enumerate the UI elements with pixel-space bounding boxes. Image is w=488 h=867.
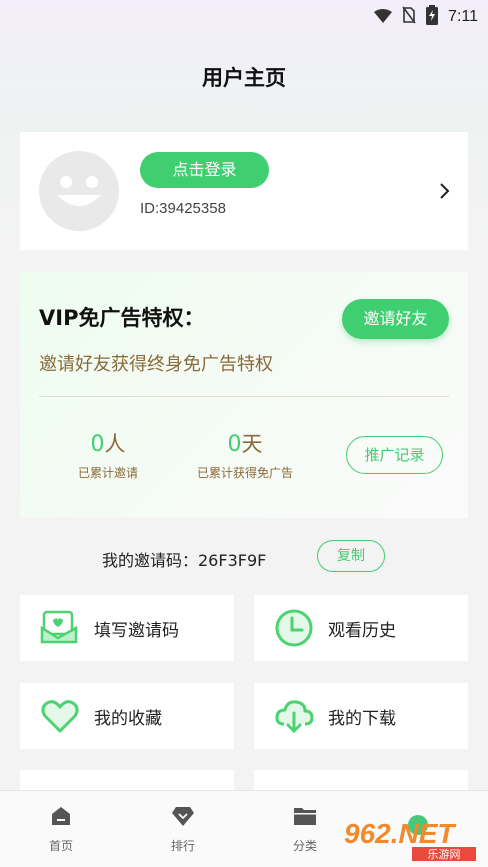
diamond-icon bbox=[171, 807, 195, 831]
invite-friends-button[interactable]: 邀请好友 bbox=[342, 299, 449, 339]
no-sim-icon bbox=[402, 6, 416, 28]
battery-charging-icon bbox=[426, 5, 439, 29]
folder-icon bbox=[293, 808, 317, 831]
stat-number: 0 bbox=[227, 432, 242, 457]
stat-label: 已累计邀请 bbox=[77, 466, 138, 480]
watermark-subtext: 乐游网 bbox=[428, 848, 461, 861]
stat-label: 已累计获得免广告 bbox=[196, 466, 293, 480]
clock-icon bbox=[274, 608, 314, 648]
vip-title: VIP免广告特权： bbox=[39, 306, 205, 330]
stat-value: 0人 bbox=[58, 428, 158, 458]
tile-label: 我的收藏 bbox=[94, 709, 162, 729]
nav-label: 分类 bbox=[292, 839, 317, 853]
chevron-right-icon[interactable] bbox=[438, 182, 450, 204]
stat-number: 0 bbox=[90, 432, 105, 457]
stat-unit: 天 bbox=[241, 432, 263, 456]
tile-label: 填写邀请码 bbox=[94, 621, 179, 641]
nav-item-category[interactable]: 分类 bbox=[265, 805, 345, 854]
stat-invited: 0人 已累计邀请 bbox=[58, 428, 158, 481]
watermark-text: 962.NET bbox=[344, 818, 457, 849]
stat-unit: 人 bbox=[104, 432, 126, 456]
nav-item-ranking[interactable]: 排行 bbox=[143, 805, 223, 854]
smiley-avatar-icon bbox=[57, 176, 101, 206]
copy-button[interactable]: 复制 bbox=[317, 540, 385, 572]
tile-partial[interactable] bbox=[20, 770, 234, 790]
bottom-nav: 首页 排行 分类 962.NET 乐游网 bbox=[0, 790, 488, 867]
vip-subtitle: 邀请好友获得终身免广告特权 bbox=[39, 354, 273, 375]
invite-code-text: 我的邀请码：26F3F9F bbox=[102, 551, 267, 570]
avatar[interactable] bbox=[39, 151, 119, 231]
wifi-icon bbox=[374, 8, 393, 27]
envelope-heart-icon bbox=[40, 608, 80, 648]
nav-label: 首页 bbox=[48, 839, 73, 853]
divider bbox=[39, 396, 449, 397]
promotion-record-button[interactable]: 推广记录 bbox=[346, 436, 443, 474]
home-icon bbox=[50, 807, 72, 831]
nav-item-home[interactable]: 首页 bbox=[21, 805, 101, 854]
tile-label: 我的下载 bbox=[328, 709, 396, 729]
watermark-logo: 962.NET 乐游网 bbox=[340, 811, 480, 865]
invite-code-row: 我的邀请码：26F3F9F 复制 bbox=[0, 540, 488, 574]
vip-card: VIP免广告特权： 邀请好友 邀请好友获得终身免广告特权 0人 已累计邀请 0天… bbox=[20, 272, 468, 518]
tile-label: 观看历史 bbox=[328, 621, 396, 641]
login-button[interactable]: 点击登录 bbox=[140, 152, 269, 188]
status-time: 7:11 bbox=[448, 8, 478, 25]
tile-partial[interactable] bbox=[254, 770, 468, 790]
page-title: 用户主页 bbox=[202, 66, 286, 90]
status-bar: 7:11 bbox=[0, 0, 488, 30]
tile-watch-history[interactable]: 观看历史 bbox=[254, 595, 468, 661]
stat-ad-free-days: 0天 已累计获得免广告 bbox=[185, 428, 305, 481]
profile-card[interactable]: 点击登录 ID:39425358 bbox=[20, 132, 468, 250]
status-icons: 7:11 bbox=[374, 5, 478, 29]
cloud-download-icon bbox=[274, 696, 314, 736]
tile-my-favorites[interactable]: 我的收藏 bbox=[20, 683, 234, 749]
heart-icon bbox=[40, 696, 80, 736]
user-id: ID:39425358 bbox=[140, 200, 226, 217]
nav-label: 排行 bbox=[170, 839, 195, 853]
stat-value: 0天 bbox=[185, 428, 305, 458]
tile-my-downloads[interactable]: 我的下载 bbox=[254, 683, 468, 749]
tile-enter-invite-code[interactable]: 填写邀请码 bbox=[20, 595, 234, 661]
